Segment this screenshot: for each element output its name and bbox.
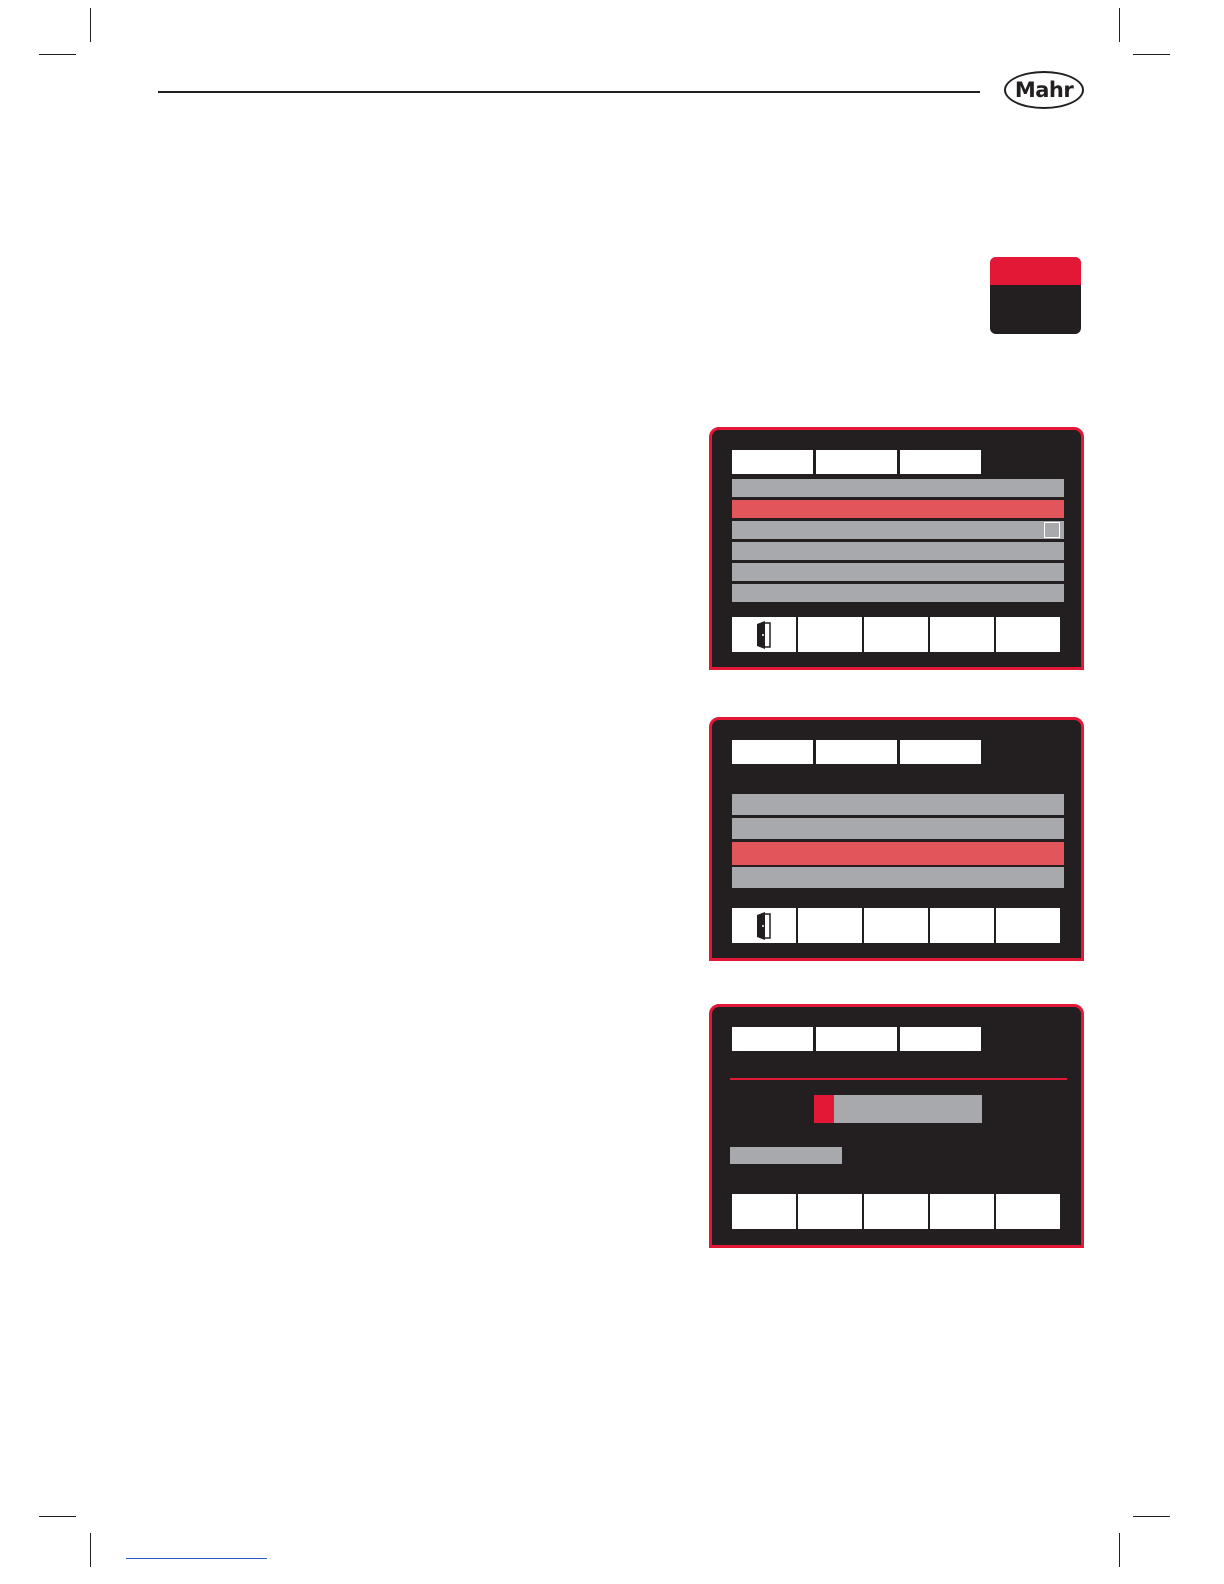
- exit-door-icon: [757, 911, 771, 940]
- softkey[interactable]: [930, 617, 994, 652]
- crop-mark: [90, 8, 91, 42]
- device-screen-menu: [709, 427, 1084, 670]
- softkey-bar: [732, 908, 1062, 943]
- crop-mark: [39, 54, 76, 55]
- softkey-bar: [732, 617, 1062, 652]
- menu-row-checkbox[interactable]: [1044, 522, 1060, 538]
- screen-tab[interactable]: [900, 740, 981, 764]
- progress-bar-fill: [814, 1095, 835, 1123]
- screen-tab[interactable]: [816, 740, 897, 764]
- logo-text: Mahr: [1014, 78, 1074, 102]
- screen-tab[interactable]: [732, 740, 813, 764]
- screen-tab[interactable]: [900, 1027, 981, 1051]
- crop-mark: [90, 1533, 91, 1567]
- menu-row[interactable]: [732, 584, 1064, 602]
- crop-mark: [1119, 1533, 1120, 1567]
- menu-row[interactable]: [732, 521, 1064, 539]
- crop-mark: [1119, 8, 1120, 42]
- softkey[interactable]: [798, 908, 862, 943]
- menu-row[interactable]: [732, 542, 1064, 560]
- softkey[interactable]: [996, 908, 1060, 943]
- device-screen-options: [709, 717, 1084, 961]
- softkey[interactable]: [864, 617, 928, 652]
- menu-row[interactable]: [732, 479, 1064, 497]
- screen-tabs: [732, 1027, 984, 1051]
- crop-mark: [39, 1516, 76, 1517]
- softkey-bar: [732, 1194, 1062, 1229]
- progress-bar: [814, 1095, 982, 1123]
- screen-tab[interactable]: [816, 450, 897, 474]
- crop-mark: [1133, 1516, 1170, 1517]
- header-rule: [158, 91, 980, 93]
- softkey[interactable]: [864, 908, 928, 943]
- status-field: [730, 1147, 842, 1164]
- option-row[interactable]: [732, 794, 1064, 815]
- screen-divider: [730, 1078, 1067, 1080]
- menu-row[interactable]: [732, 563, 1064, 581]
- exit-door-icon: [757, 620, 771, 649]
- screen-tabs: [732, 450, 984, 474]
- softkey[interactable]: [930, 908, 994, 943]
- screen-tab[interactable]: [816, 1027, 897, 1051]
- screen-tabs: [732, 740, 984, 764]
- device-screen-progress: [709, 1004, 1084, 1248]
- softkey[interactable]: [864, 1194, 928, 1229]
- mahr-logo: Mahr: [1004, 71, 1084, 109]
- softkey[interactable]: [798, 617, 862, 652]
- exit-softkey[interactable]: [732, 617, 796, 652]
- menu-row-selected[interactable]: [732, 500, 1064, 518]
- option-row-selected[interactable]: [732, 842, 1064, 865]
- screen-tab[interactable]: [732, 1027, 813, 1051]
- softkey[interactable]: [798, 1194, 862, 1229]
- section-tab: [990, 257, 1081, 334]
- exit-softkey[interactable]: [732, 908, 796, 943]
- softkey[interactable]: [996, 617, 1060, 652]
- section-tab-accent: [990, 257, 1081, 285]
- screen-tab[interactable]: [732, 450, 813, 474]
- softkey[interactable]: [732, 1194, 796, 1229]
- option-row[interactable]: [732, 867, 1064, 888]
- softkey[interactable]: [996, 1194, 1060, 1229]
- option-row[interactable]: [732, 818, 1064, 839]
- screen-tab[interactable]: [900, 450, 981, 474]
- footer-link-underline: [126, 1558, 267, 1559]
- crop-mark: [1133, 54, 1170, 55]
- softkey[interactable]: [930, 1194, 994, 1229]
